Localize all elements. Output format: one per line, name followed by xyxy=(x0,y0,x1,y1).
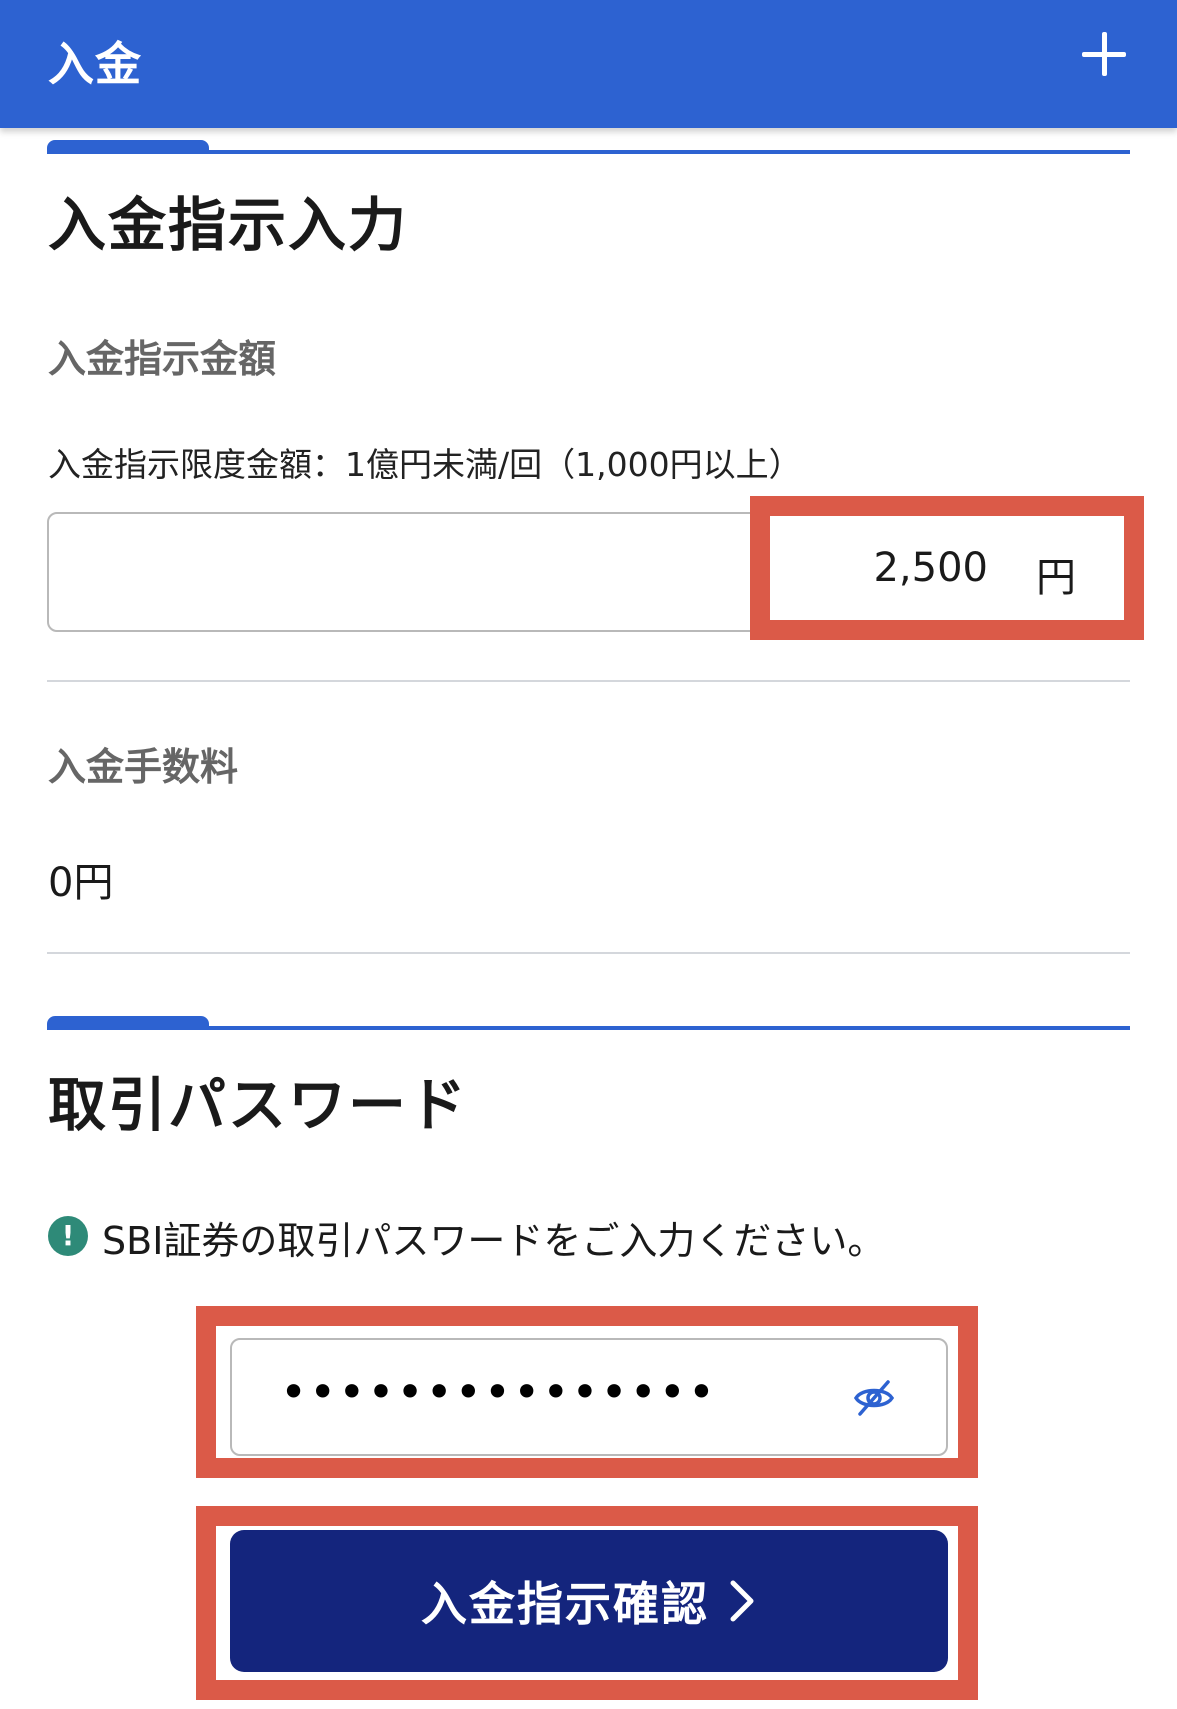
highlight-password xyxy=(196,1306,978,1478)
section-accent-rule xyxy=(47,1026,1130,1030)
highlight-amount xyxy=(750,496,1144,640)
fee-label: 入金手数料 xyxy=(48,745,239,789)
section-accent-rule xyxy=(47,150,1130,154)
deposit-section-title: 入金指示入力 xyxy=(48,191,409,259)
password-section-title: 取引パスワード xyxy=(48,1071,469,1139)
app-header: 入金 xyxy=(0,0,1177,128)
plus-icon[interactable] xyxy=(1080,30,1128,78)
page-title: 入金 xyxy=(48,37,142,91)
divider xyxy=(47,680,1130,682)
divider xyxy=(47,952,1130,954)
exclamation-icon: ! xyxy=(48,1216,88,1256)
limit-note: 入金指示限度金額：1億円未満/回（1,000円以上） xyxy=(48,445,802,484)
fee-value: 0円 xyxy=(48,860,114,906)
amount-label: 入金指示金額 xyxy=(48,337,277,381)
password-notice: SBI証券の取引パスワードをご入力ください。 xyxy=(102,1219,886,1263)
highlight-confirm xyxy=(196,1506,978,1700)
